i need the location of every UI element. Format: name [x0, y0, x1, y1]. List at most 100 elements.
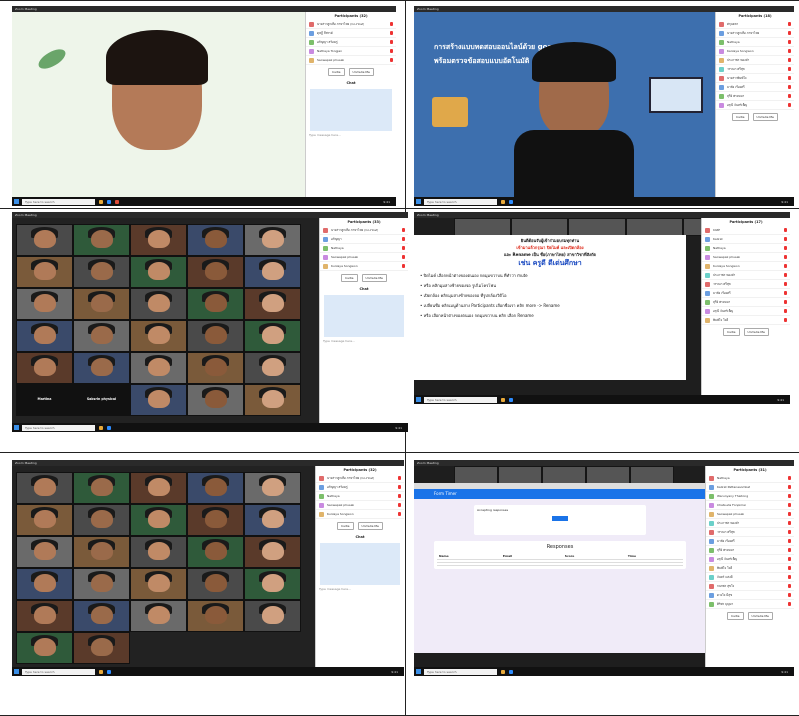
participant-row[interactable]: Kalirat Pattanasombat: [706, 483, 794, 492]
unmute-me-button[interactable]: Unmute Me: [348, 68, 374, 76]
video-tile[interactable]: [244, 384, 301, 416]
video-tile[interactable]: [16, 536, 73, 568]
participant-row[interactable]: ธนพร: [702, 226, 790, 235]
mic-muted-icon[interactable]: [402, 255, 405, 259]
unmute-me-button[interactable]: Unmute Me: [361, 274, 387, 282]
participant-row[interactable]: Nathaya: [320, 244, 408, 253]
participant-row[interactable]: Saowapak phusak: [320, 253, 408, 262]
video-tile[interactable]: [244, 536, 301, 568]
file-explorer-icon[interactable]: [99, 425, 103, 430]
windows-start-icon[interactable]: [14, 669, 19, 674]
video-tile[interactable]: [187, 504, 244, 536]
video-tile[interactable]: [16, 352, 73, 384]
video-tile[interactable]: [130, 472, 187, 504]
video-tile[interactable]: [16, 256, 73, 288]
participant-row[interactable]: Kunlaya Songwon: [320, 262, 408, 271]
mic-muted-icon[interactable]: [402, 228, 405, 232]
mic-muted-icon[interactable]: [784, 291, 787, 295]
zoom-icon[interactable]: [509, 199, 513, 204]
invite-button[interactable]: Invite: [337, 522, 354, 530]
participant-row[interactable]: พิมพ์ใจ ใจดี: [706, 564, 794, 573]
video-tile[interactable]: [16, 224, 73, 256]
video-tile[interactable]: [130, 352, 187, 384]
participant-row[interactable]: นางสาวพิมพ์ใจ: [716, 74, 794, 83]
participant-row[interactable]: มาลัย เรืองศรี: [706, 537, 794, 546]
participant-row[interactable]: Warunyany Thaitong: [706, 492, 794, 501]
participant-row[interactable]: ดุษฎี สีสรรค์: [306, 29, 396, 38]
video-tile[interactable]: [244, 320, 301, 352]
participant-row[interactable]: Nathaya: [702, 244, 790, 253]
video-tile[interactable]: [130, 320, 187, 352]
participant-row[interactable]: ประภาพร ทองคำ: [706, 519, 794, 528]
mic-muted-icon[interactable]: [788, 584, 791, 588]
mic-muted-icon[interactable]: [788, 575, 791, 579]
participant-row[interactable]: Saowapak phusak: [706, 510, 794, 519]
video-tile[interactable]: [73, 600, 130, 632]
mic-muted-icon[interactable]: [788, 31, 791, 35]
participant-row[interactable]: Kunlaya Songwon: [702, 262, 790, 271]
participant-row[interactable]: มาลัย เรืองศรี: [702, 289, 790, 298]
video-tile[interactable]: [187, 288, 244, 320]
participant-row[interactable]: Nathaya: [316, 492, 404, 501]
participant-row[interactable]: สุรีย์ พรหมมา: [706, 546, 794, 555]
zoom-icon[interactable]: [509, 397, 513, 402]
participant-row[interactable]: วรรณา ศรีสุข: [706, 528, 794, 537]
video-tile[interactable]: [130, 288, 187, 320]
invite-button[interactable]: Invite: [328, 68, 345, 76]
video-tile[interactable]: [187, 256, 244, 288]
participant-row[interactable]: มาลัย เรืองศรี: [716, 83, 794, 92]
chrome-icon[interactable]: [115, 199, 119, 204]
participant-row[interactable]: ศกุนตลา: [716, 20, 794, 29]
mic-muted-icon[interactable]: [788, 85, 791, 89]
file-explorer-icon[interactable]: [99, 199, 103, 204]
file-explorer-icon[interactable]: [501, 669, 505, 674]
mic-muted-icon[interactable]: [390, 58, 393, 62]
participant-row[interactable]: วรรณา ศรีสุข: [702, 280, 790, 289]
mic-muted-icon[interactable]: [784, 300, 787, 304]
video-tile[interactable]: [73, 352, 130, 384]
file-explorer-icon[interactable]: [99, 669, 103, 674]
mic-muted-icon[interactable]: [784, 273, 787, 277]
mic-muted-icon[interactable]: [390, 49, 393, 53]
participant-row[interactable]: Nathaya Tongjan: [306, 47, 396, 56]
mic-muted-icon[interactable]: [784, 264, 787, 268]
windows-start-icon[interactable]: [14, 425, 19, 430]
chat-input[interactable]: Type message here...: [316, 587, 404, 591]
video-tile[interactable]: Saksrin physical: [73, 384, 130, 416]
video-tile[interactable]: [187, 224, 244, 256]
participant-row[interactable]: ดวงใจ มีสุข: [706, 591, 794, 600]
video-tile[interactable]: [16, 320, 73, 352]
mic-muted-icon[interactable]: [788, 485, 791, 489]
windows-start-icon[interactable]: [416, 199, 421, 204]
participant-row[interactable]: Nathaya: [706, 474, 794, 483]
mic-muted-icon[interactable]: [788, 566, 791, 570]
video-tile[interactable]: [244, 504, 301, 536]
video-tile[interactable]: [187, 568, 244, 600]
chat-input[interactable]: Type message here...: [306, 133, 396, 137]
video-tile[interactable]: [244, 352, 301, 384]
taskbar-search-input[interactable]: Type here to search: [22, 668, 95, 675]
file-explorer-icon[interactable]: [501, 199, 505, 204]
video-tile[interactable]: [244, 568, 301, 600]
video-tile[interactable]: Martina: [16, 384, 73, 416]
taskbar-search-input[interactable]: Type here to search: [424, 198, 497, 205]
mic-muted-icon[interactable]: [784, 228, 787, 232]
taskbar-search-input[interactable]: Type here to search: [424, 668, 497, 675]
video-tile[interactable]: [187, 352, 244, 384]
mic-muted-icon[interactable]: [788, 67, 791, 71]
video-tile[interactable]: [130, 256, 187, 288]
video-tile[interactable]: [73, 256, 130, 288]
participant-row[interactable]: Saowapak phusak: [702, 253, 790, 262]
mic-muted-icon[interactable]: [398, 494, 401, 498]
mic-muted-icon[interactable]: [788, 530, 791, 534]
invite-button[interactable]: Invite: [723, 328, 740, 336]
unmute-me-button[interactable]: Unmute Me: [747, 612, 773, 620]
invite-button[interactable]: Invite: [727, 612, 744, 620]
participant-row[interactable]: นางสาวลูกเสือ ภาษาไทย (Co-Host): [306, 20, 396, 29]
mic-muted-icon[interactable]: [398, 476, 401, 480]
mic-muted-icon[interactable]: [788, 58, 791, 62]
participant-row[interactable]: กนกพร สุขใจ: [706, 582, 794, 591]
video-tile[interactable]: [73, 536, 130, 568]
participant-row[interactable]: Kanlaya Songwon: [716, 47, 794, 56]
accept-button[interactable]: [552, 516, 568, 521]
